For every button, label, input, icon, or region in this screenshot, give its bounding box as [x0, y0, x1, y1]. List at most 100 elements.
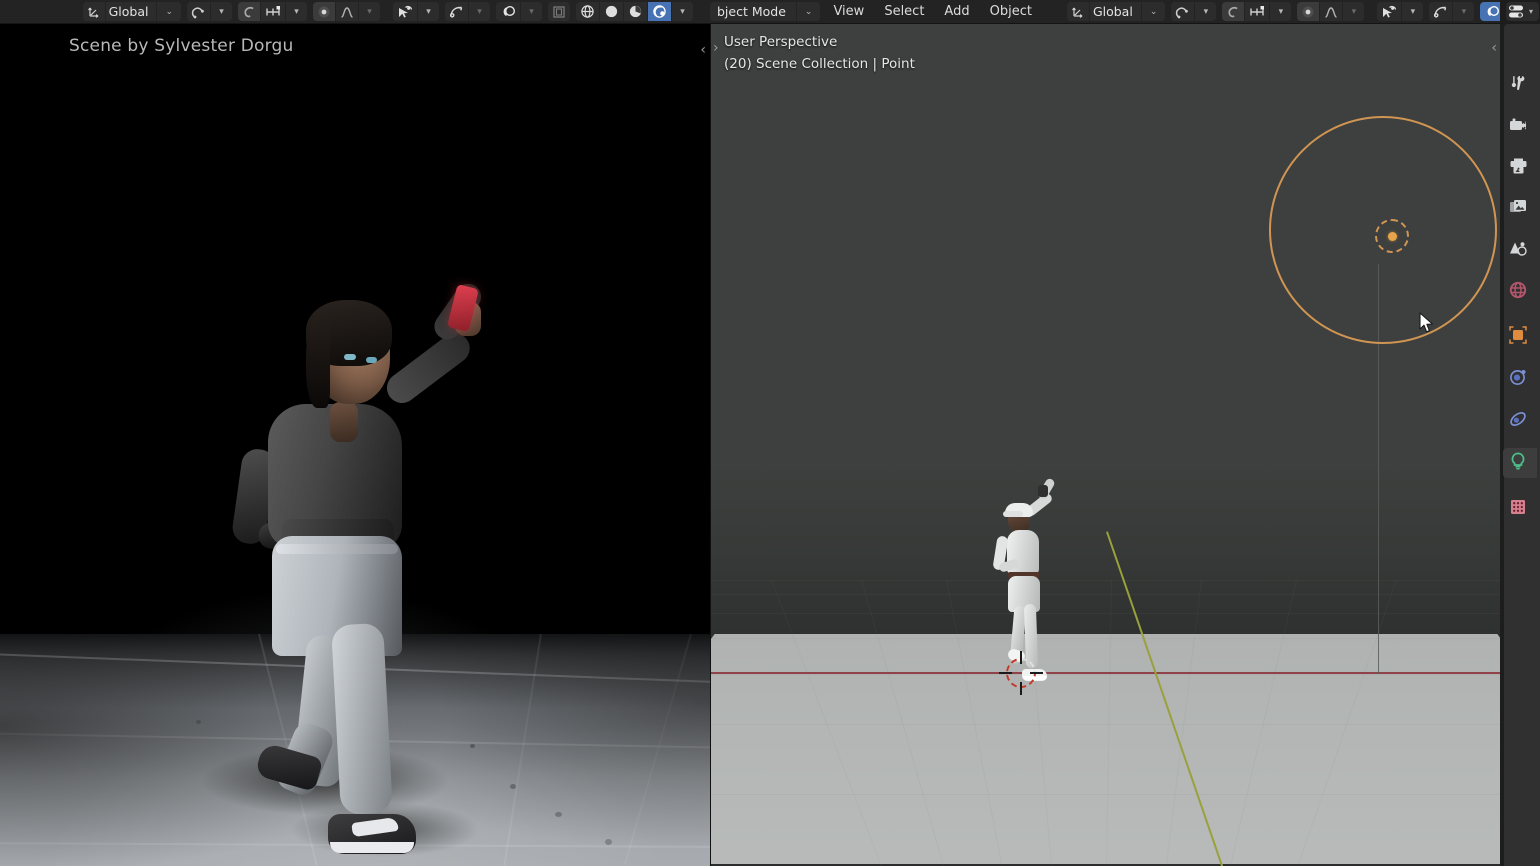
tab-object[interactable] — [1503, 322, 1533, 352]
vp-transform-orientation-icon[interactable] — [1066, 2, 1089, 21]
snap-magnet-icon[interactable] — [187, 2, 210, 21]
viewport-header: bject Mode ⌄ View Select Add Object Glob… — [710, 0, 1540, 24]
menu-add[interactable]: Add — [934, 0, 979, 23]
vp-snap-caret[interactable]: ▾ — [1194, 2, 1217, 21]
light-bulb-icon — [1508, 451, 1528, 475]
vp-snap-group[interactable]: ▾ — [1171, 2, 1217, 21]
vp-transform-orientation-group[interactable]: Global ⌄ — [1066, 2, 1166, 21]
tab-world[interactable] — [1503, 277, 1533, 307]
menu-view[interactable]: View — [823, 0, 874, 23]
render-title: Scene by Sylvester Dorgu — [69, 36, 294, 56]
left-panel-collapse-arrow[interactable]: ‹ — [700, 42, 706, 58]
mode-caret[interactable]: ⌄ — [795, 2, 821, 21]
viewport-extra-group[interactable] — [548, 2, 570, 21]
vp-falloff-curve-icon[interactable] — [1319, 2, 1343, 21]
xray-toggle-icon[interactable] — [496, 2, 520, 21]
3d-viewport[interactable]: › ‹ User Perspective (20) Scene Collecti… — [711, 24, 1500, 866]
vp-falloff-caret[interactable]: ▾ — [1342, 2, 1365, 21]
rendered-character — [0, 24, 710, 866]
world-globe-icon — [1508, 280, 1528, 304]
viewport-sidebar-collapse-arrow[interactable]: ‹ — [1491, 40, 1497, 56]
texture-checker-icon — [1508, 497, 1528, 521]
vp-transform-orientation-label-btn[interactable]: Global — [1088, 2, 1141, 21]
tab-tool[interactable] — [1503, 70, 1533, 100]
tab-modifiers[interactable] — [1503, 364, 1533, 394]
properties-editor-strip: ▾ — [1500, 0, 1540, 866]
vp-proportional-falloff-icon[interactable] — [1297, 2, 1320, 21]
gizmo-group[interactable]: ▾ — [393, 2, 439, 21]
show-overlays-icon[interactable] — [445, 2, 468, 21]
xray-group[interactable]: ▾ — [496, 2, 542, 21]
shading-material-icon[interactable] — [623, 2, 647, 21]
shading-wireframe-icon[interactable] — [576, 2, 599, 21]
menu-object[interactable]: Object — [980, 0, 1042, 23]
properties-tab-column — [1504, 24, 1540, 866]
overlays-caret[interactable]: ▾ — [468, 2, 490, 21]
blender-window: Global ⌄ ▾ ▾ ▾ ▾ ▾ ▾ ▾ bject Mode ⌄ View… — [0, 0, 1540, 866]
tab-view-layer[interactable] — [1503, 194, 1533, 224]
mode-label: bject Mode — [717, 4, 786, 19]
3d-cursor — [999, 651, 1043, 695]
tool-wrench-screwdriver-icon — [1508, 73, 1528, 97]
viewport-character[interactable] — [711, 24, 1500, 866]
vp-snap-targets-icon[interactable] — [1244, 2, 1270, 21]
menu-select[interactable]: Select — [874, 0, 934, 23]
vp-snap-targets-caret[interactable]: ▾ — [1269, 2, 1292, 21]
viewport-frame-icon[interactable] — [548, 2, 570, 21]
transform-orientation-label: Global — [108, 4, 149, 19]
show-gizmo-icon[interactable] — [393, 2, 417, 21]
proportional-edit-icon[interactable] — [238, 2, 260, 21]
proportional-editing-group[interactable]: ▾ — [238, 2, 307, 21]
shading-modes-group[interactable]: ▾ — [576, 2, 693, 21]
shading-caret[interactable]: ▾ — [671, 2, 693, 21]
mode-selector-label-btn[interactable]: bject Mode — [710, 2, 796, 21]
physics-orbit-icon — [1508, 409, 1528, 433]
vp-proportional-group[interactable]: ▾ — [1222, 2, 1292, 21]
vp-gizmo-group[interactable]: ▾ — [1377, 2, 1424, 21]
snap-targets-icon[interactable] — [260, 2, 285, 21]
tab-scene[interactable] — [1503, 236, 1533, 266]
falloff-caret[interactable]: ▾ — [358, 2, 380, 21]
viewport-scene-label: (20) Scene Collection | Point — [724, 56, 915, 72]
render-preview-panel: Scene by Sylvester Dorgu ‹ — [0, 24, 710, 866]
proportional-falloff-group[interactable]: ▾ — [313, 2, 380, 21]
overlays-group[interactable]: ▾ — [445, 2, 490, 21]
vp-proportional-edit-icon[interactable] — [1222, 2, 1245, 21]
vp-show-overlays-icon[interactable] — [1429, 2, 1453, 21]
vp-gizmo-caret[interactable]: ▾ — [1401, 2, 1424, 21]
object-square-icon — [1508, 325, 1528, 349]
gizmo-caret[interactable]: ▾ — [417, 2, 439, 21]
vp-transform-orientation-label: Global — [1092, 4, 1133, 19]
mode-selector[interactable]: bject Mode ⌄ — [710, 2, 821, 21]
vp-overlays-caret[interactable]: ▾ — [1452, 2, 1475, 21]
viewport-perspective-label: User Perspective — [724, 34, 838, 50]
viewport-expand-arrow[interactable]: › — [713, 40, 719, 56]
panel-splitter[interactable] — [710, 24, 711, 866]
xray-caret[interactable]: ▾ — [520, 2, 542, 21]
snap-caret[interactable]: ▾ — [210, 2, 232, 21]
transform-orientation-icon[interactable] — [82, 2, 105, 21]
vp-snap-magnet-icon[interactable] — [1171, 2, 1195, 21]
transform-orientation-caret[interactable]: ⌄ — [156, 2, 181, 21]
snap-targets-caret[interactable]: ▾ — [285, 2, 307, 21]
proportional-falloff-icon[interactable] — [313, 2, 335, 21]
left-viewport-header: Global ⌄ ▾ ▾ ▾ ▾ ▾ ▾ ▾ — [0, 0, 710, 24]
tab-texture[interactable] — [1503, 494, 1533, 524]
tab-object-data[interactable] — [1503, 448, 1537, 478]
falloff-curve-icon[interactable] — [335, 2, 358, 21]
scene-cone-sphere-icon — [1508, 240, 1528, 262]
tab-output[interactable] — [1503, 153, 1533, 183]
transform-orientation-group[interactable]: Global ⌄ — [82, 2, 181, 21]
shading-solid-icon[interactable] — [599, 2, 623, 21]
shading-rendered-icon[interactable] — [647, 2, 671, 21]
vp-show-gizmo-icon[interactable] — [1377, 2, 1402, 21]
vp-transform-orientation-caret[interactable]: ⌄ — [1140, 2, 1166, 21]
tab-physics[interactable] — [1503, 406, 1533, 436]
vp-overlays-group[interactable]: ▾ — [1429, 2, 1475, 21]
transform-orientation-label-btn[interactable]: Global — [104, 2, 157, 21]
editor-type-selector[interactable]: ▾ — [1506, 2, 1540, 21]
tab-render[interactable] — [1503, 112, 1533, 142]
vp-falloff-group[interactable]: ▾ — [1297, 2, 1365, 21]
snap-group[interactable]: ▾ — [187, 2, 232, 21]
modifier-orbit-icon — [1508, 367, 1528, 391]
